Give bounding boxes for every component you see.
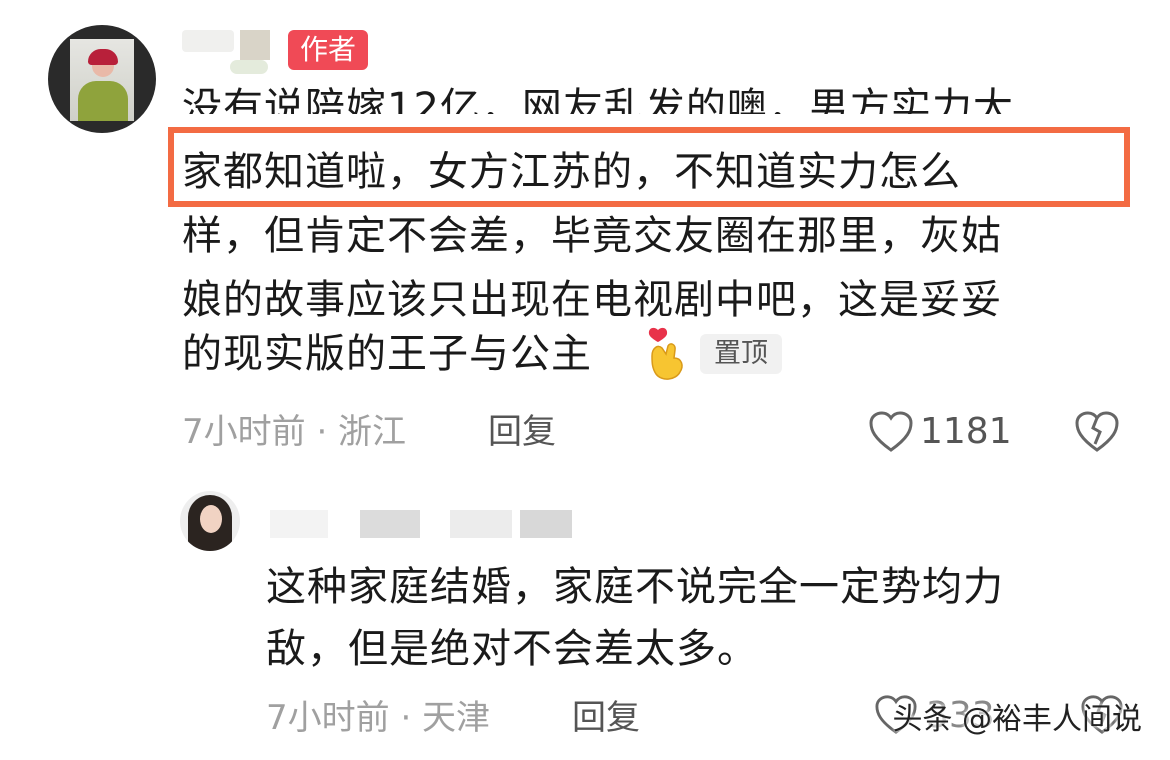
pinned-badge: 置顶 — [700, 334, 782, 374]
username-blurred[interactable] — [182, 30, 234, 52]
username-blurred — [240, 30, 270, 60]
reply-text-line: 这种家庭结婚，家庭不说完全一定势均力 — [266, 564, 1004, 610]
comment-text-line: 样，但肯定不会差，毕竟交友圈在那里，灰姑 — [182, 213, 1002, 259]
like-count: 1181 — [920, 411, 1012, 452]
author-badge: 作者 — [288, 30, 369, 70]
comment-timestamp-location: 7小时前 · 浙江 — [182, 412, 407, 452]
username-blurred[interactable] — [270, 510, 328, 538]
finger-heart-emoji-icon — [648, 327, 683, 380]
reply-button[interactable]: 回复 — [488, 410, 556, 454]
comment-text-line: 的现实版的王子与公主 — [182, 331, 592, 377]
highlight-box — [168, 127, 1130, 207]
username-blurred — [520, 510, 572, 538]
reply-timestamp-location: 7小时前 · 天津 — [266, 698, 491, 738]
reply-text-line: 敌，但是绝对不会差太多。 — [266, 626, 758, 672]
reply-avatar[interactable] — [180, 491, 240, 551]
username-blurred — [450, 510, 512, 538]
broken-heart-icon[interactable] — [1074, 410, 1120, 454]
reply-button[interactable]: 回复 — [572, 696, 640, 740]
heart-outline-icon[interactable] — [868, 410, 914, 454]
watermark: 头条 @裕丰人间说 — [892, 702, 1142, 737]
author-avatar[interactable] — [48, 25, 156, 133]
username-blurred — [230, 60, 268, 74]
username-blurred — [360, 510, 420, 538]
